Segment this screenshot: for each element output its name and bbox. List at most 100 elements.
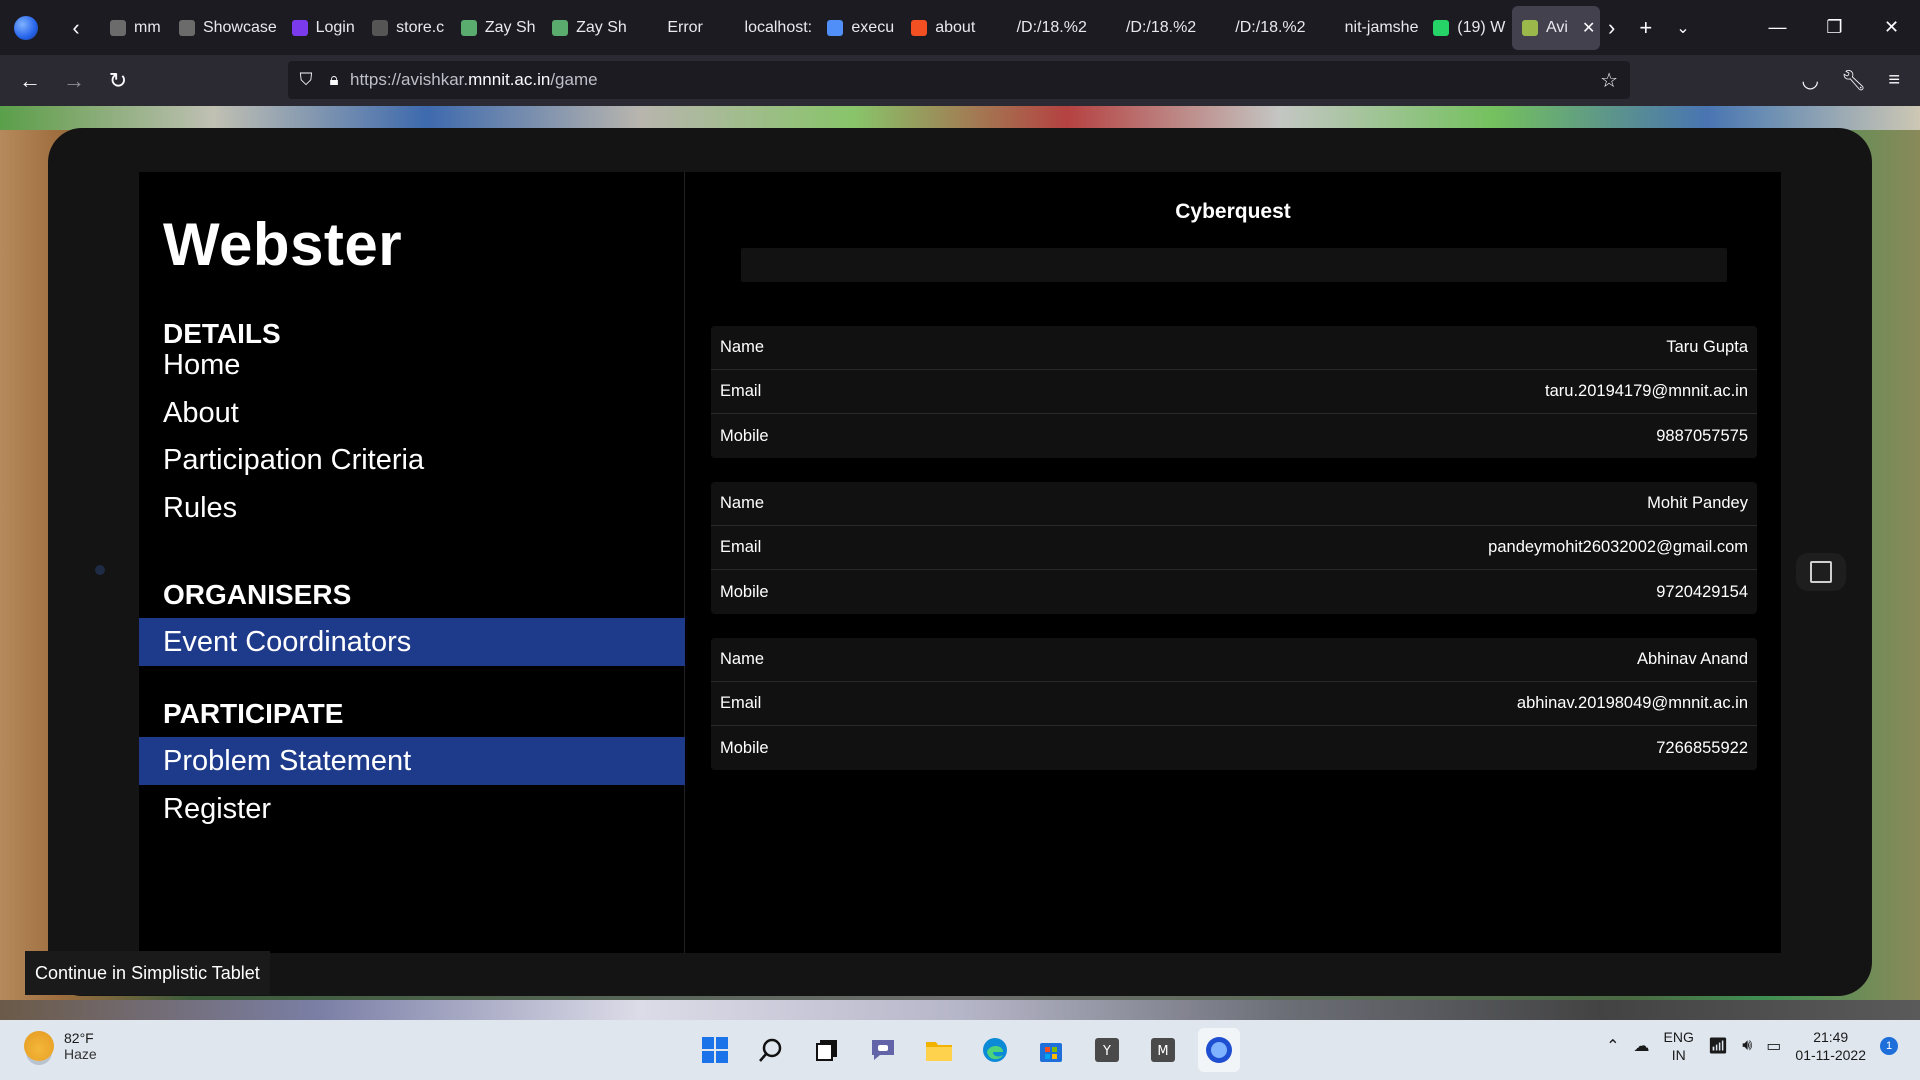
url-bar[interactable]: ⛉ 🔒︎ https://avishkar.mnnit.ac.in/game ☆ — [288, 61, 1630, 99]
field-label: Name — [720, 650, 765, 668]
navigation-toolbar: ← → ↻ ⛉ 🔒︎ https://avishkar.mnnit.ac.in/… — [0, 55, 1920, 106]
search-icon[interactable] — [750, 1028, 792, 1072]
epic-icon — [372, 19, 389, 36]
browser-tab[interactable]: Error — [633, 6, 708, 50]
browser-tab[interactable]: /D:/18.%2 — [1201, 6, 1308, 50]
back-icon[interactable]: ← — [8, 61, 52, 101]
scroll-tabs-right-icon[interactable]: › — [1608, 15, 1615, 41]
browser-tab[interactable]: Zay Sh — [542, 6, 631, 50]
tab-label: Error — [667, 18, 703, 36]
weather-widget[interactable]: 82°F Haze — [24, 1030, 97, 1062]
mail-app-icon[interactable]: M — [1142, 1028, 1184, 1072]
tab-label: Login — [315, 18, 355, 36]
new-tab-icon[interactable]: + — [1639, 15, 1652, 41]
wifi-icon[interactable]: 📶︎ — [1708, 1036, 1728, 1056]
volume-icon[interactable]: 🔊︎ — [1742, 1037, 1752, 1055]
continue-tablet-toast[interactable]: Continue in Simplistic Tablet — [25, 951, 270, 995]
coordinator-email-row: Email taru.20194179@mnnit.ac.in — [711, 370, 1757, 414]
tab-label: mm — [134, 18, 161, 36]
onedrive-icon[interactable]: ☁ — [1634, 1036, 1650, 1056]
coordinator-mobile-row: Mobile 9720429154 — [711, 570, 1757, 614]
nav-home[interactable]: Home — [139, 341, 685, 389]
clock-time: 21:49 — [1813, 1029, 1849, 1045]
coordinator-card: Name Abhinav Anand Email abhinav.20198049@… — [711, 638, 1757, 770]
firefox-taskbar-icon[interactable] — [1198, 1028, 1240, 1072]
nav-problem-statement[interactable]: Problem Statement — [139, 737, 685, 785]
close-window-icon[interactable]: ✕ — [1863, 0, 1920, 55]
taskbar: 82°F Haze Y M ⌃ ☁ ENG IN 📶︎ 🔊︎ ▭ 21:49 0… — [0, 1020, 1920, 1080]
browser-tab[interactable]: about — [901, 6, 980, 50]
nav-register[interactable]: Register — [139, 785, 685, 833]
firefox-icon[interactable] — [0, 0, 52, 55]
tab-label: (19) W — [1457, 18, 1506, 36]
start-icon[interactable] — [694, 1028, 736, 1072]
background-footer — [0, 1000, 1920, 1020]
section-organisers: ORGANISERS — [163, 579, 352, 610]
tab-list-icon[interactable]: ⌄ — [1676, 18, 1689, 38]
scroll-tabs-left-icon[interactable]: ‹ — [52, 0, 100, 55]
coordinator-card: Name Mohit Pandey Email pandeymohit2603200… — [711, 482, 1757, 614]
page-icon — [1211, 19, 1228, 36]
sidebar: Webster DETAILS Home About Participation… — [139, 172, 685, 953]
browser-tab[interactable]: nit-jamshe — [1311, 6, 1422, 50]
pocket-icon[interactable]: ◡ — [1801, 68, 1818, 93]
browser-tab[interactable]: Showcase — [169, 6, 280, 50]
avishkar-icon — [1522, 19, 1539, 36]
tab-label: /D:/18.%2 — [1016, 18, 1087, 36]
clock-date: 01-11-2022 — [1795, 1047, 1866, 1063]
browser-tab[interactable]: Avi ✕ — [1512, 5, 1600, 50]
close-tab-icon[interactable]: ✕ — [1582, 18, 1595, 38]
reload-icon[interactable]: ↻ — [96, 61, 140, 101]
browser-tab[interactable]: Zay Sh — [451, 6, 540, 50]
browser-tab[interactable]: execu — [817, 6, 899, 50]
devtools-wrench-icon[interactable]: 🔧︎ — [1841, 68, 1866, 93]
tracking-shield-icon[interactable]: ⛉ — [288, 70, 324, 90]
browser-tab[interactable]: store.c — [362, 6, 449, 50]
tab-label: Avi — [1546, 18, 1568, 36]
field-label: Email — [720, 382, 762, 400]
coordinator-email-row: Email pandeymohit26032002@gmail.com — [711, 526, 1757, 570]
microsoft-store-icon[interactable] — [1030, 1028, 1072, 1072]
file-explorer-icon[interactable] — [918, 1028, 960, 1072]
coordinator-name: Abhinav Anand — [1636, 650, 1748, 668]
yahoo-app-icon[interactable]: Y — [1086, 1028, 1128, 1072]
browser-tab[interactable]: /D:/18.%2 — [1092, 6, 1199, 50]
nav-participation-criteria[interactable]: Participation Criteria — [139, 436, 685, 484]
url-text[interactable]: https://avishkar.mnnit.ac.in/game — [350, 70, 598, 90]
lock-icon[interactable]: 🔒︎ — [324, 70, 344, 90]
browser-tab[interactable]: mm — [100, 6, 167, 50]
page-icon — [178, 19, 195, 36]
page-icon — [1320, 19, 1337, 36]
nav-event-coordinators[interactable]: Event Coordinators — [139, 618, 685, 666]
restore-icon[interactable]: ❐ — [1806, 0, 1863, 55]
background-banner — [0, 106, 1920, 130]
show-hidden-icons-icon[interactable]: ⌃ — [1606, 1036, 1619, 1056]
forward-icon[interactable]: → — [52, 61, 96, 101]
language-indicator[interactable]: ENG IN — [1664, 1028, 1694, 1064]
zay-icon — [460, 19, 477, 36]
nav-rules[interactable]: Rules — [139, 484, 685, 532]
tablet-home-button[interactable] — [1796, 553, 1846, 591]
bookmark-star-icon[interactable]: ☆ — [1600, 68, 1618, 93]
event-header-bar — [741, 248, 1727, 282]
tab-label: /D:/18.%2 — [1125, 18, 1197, 36]
minimize-icon[interactable]: — — [1749, 0, 1806, 55]
browser-tab[interactable]: Login — [282, 6, 361, 50]
browser-tab[interactable]: /D:/18.%2 — [983, 6, 1090, 50]
tablet-camera — [95, 565, 105, 575]
clock[interactable]: 21:49 01-11-2022 — [1795, 1028, 1866, 1064]
battery-icon[interactable]: ▭ — [1766, 1036, 1781, 1056]
nav-about[interactable]: About — [139, 389, 685, 437]
browser-tab[interactable]: (19) W — [1423, 6, 1510, 50]
browser-tab[interactable]: localhost: — [711, 6, 816, 50]
tab-label: nit-jamshe — [1344, 18, 1419, 36]
teams-chat-icon[interactable] — [862, 1028, 904, 1072]
tab-label: localhost: — [744, 18, 813, 36]
task-view-icon[interactable] — [806, 1028, 848, 1072]
coordinator-name-row: Name Abhinav Anand — [711, 638, 1757, 682]
weather-temperature: 82°F — [64, 1030, 94, 1046]
notification-badge[interactable]: 1 — [1880, 1037, 1898, 1055]
edge-icon[interactable] — [974, 1028, 1016, 1072]
menu-icon[interactable]: ≡ — [1888, 69, 1900, 92]
square-icon — [1810, 561, 1832, 583]
